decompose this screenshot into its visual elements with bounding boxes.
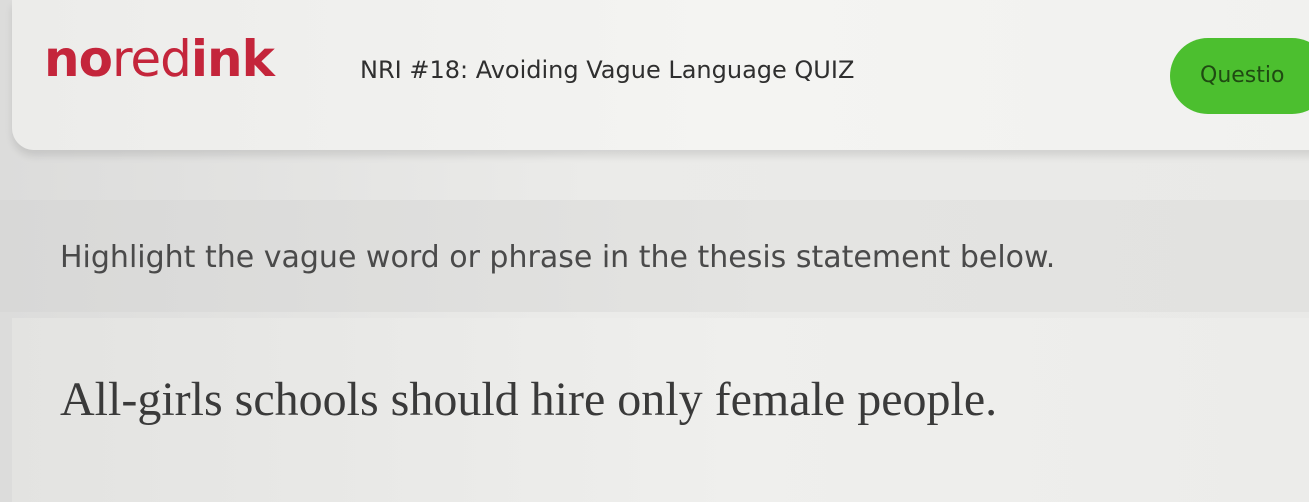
noredink-logo[interactable]: noredink <box>44 34 275 84</box>
logo-part-no: no <box>44 30 113 88</box>
sentence-word[interactable]: only <box>617 373 702 426</box>
instruction-text: Highlight the vague word or phrase in th… <box>60 240 1056 275</box>
sentence-word[interactable]: schools <box>235 373 379 426</box>
page: noredink NRI #18: Avoiding Vague Languag… <box>0 0 1309 502</box>
sentence-word[interactable]: All-girls <box>60 373 223 426</box>
sentence-word[interactable]: hire <box>531 373 606 426</box>
sentence-word[interactable]: female <box>715 373 846 426</box>
logo-part-ink: ink <box>190 30 275 88</box>
sentence-word[interactable]: people. <box>857 373 997 426</box>
question-button[interactable]: Questio <box>1170 38 1309 114</box>
quiz-title: NRI #18: Avoiding Vague Language QUIZ <box>360 56 855 84</box>
logo-part-red: red <box>111 30 192 88</box>
thesis-sentence: All-girls schools should hire only femal… <box>60 372 997 427</box>
sentence-word[interactable]: should <box>391 373 519 426</box>
